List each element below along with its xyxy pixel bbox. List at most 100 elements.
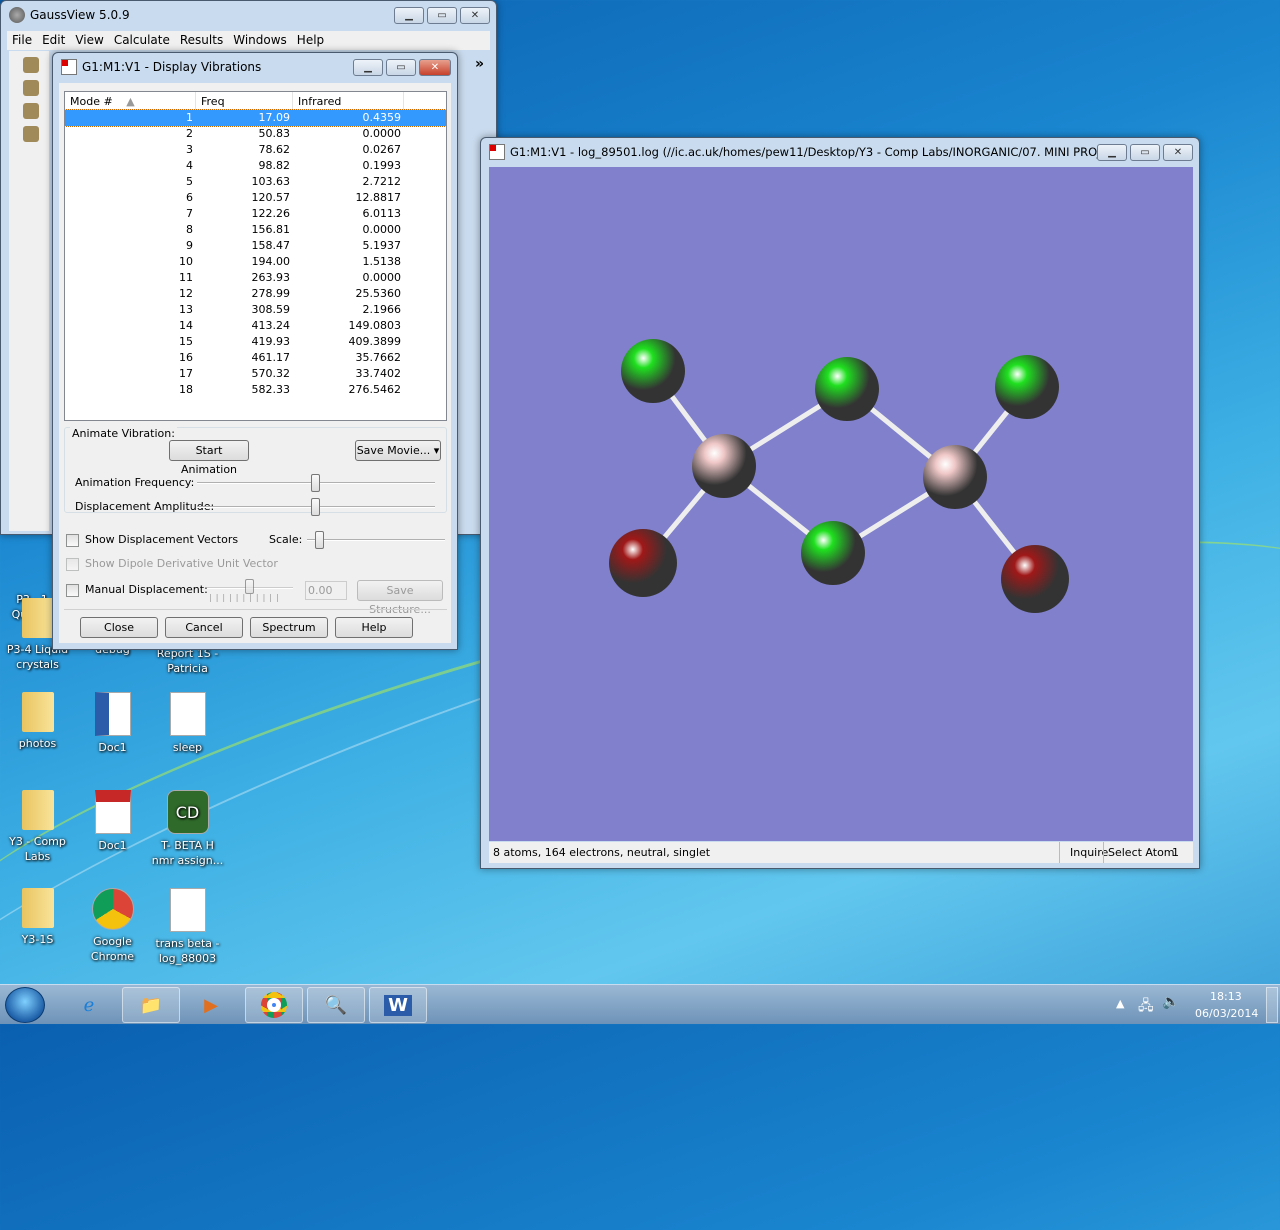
menu-edit[interactable]: Edit xyxy=(37,31,70,50)
scale-slider[interactable] xyxy=(307,531,445,549)
atom-b[interactable] xyxy=(923,445,987,509)
desktop-icon-folder[interactable]: Y3-1S xyxy=(0,888,75,947)
table-row[interactable]: 17 570.32 33.7402 xyxy=(65,366,446,382)
builder-icon[interactable] xyxy=(23,57,39,73)
table-row[interactable]: 15 419.93 409.3899 xyxy=(65,334,446,350)
atom-b[interactable] xyxy=(692,434,756,498)
table-row[interactable]: 8 156.81 0.0000 xyxy=(65,222,446,238)
manual-displacement-slider[interactable] xyxy=(207,579,293,594)
table-row[interactable]: 1 17.09 0.4359 xyxy=(65,109,446,127)
atom-cl[interactable] xyxy=(815,357,879,421)
menu-results[interactable]: Results xyxy=(175,31,228,50)
molecule-titlebar[interactable]: G1:M1:V1 - log_89501.log (//ic.ac.uk/hom… xyxy=(481,138,1199,166)
slider-thumb[interactable] xyxy=(311,498,320,516)
taskbar-windows-explorer[interactable]: 📁 xyxy=(122,987,180,1023)
show-vectors-checkbox[interactable] xyxy=(66,534,79,547)
table-row[interactable]: 14 413.24 149.0803 xyxy=(65,318,446,334)
menu-file[interactable]: File xyxy=(7,31,37,50)
template-icon[interactable] xyxy=(23,80,39,96)
taskbar-internet-explorer[interactable]: ℯ xyxy=(60,987,118,1023)
show-hidden-icons-button[interactable]: ▲ xyxy=(1116,997,1124,1010)
table-row[interactable]: 11 263.93 0.0000 xyxy=(65,270,446,286)
manual-displacement-input[interactable]: 0.00 xyxy=(305,581,347,600)
minimize-button[interactable]: ▁ xyxy=(1097,144,1127,161)
network-icon[interactable]: 🖧 xyxy=(1138,995,1154,1019)
table-row[interactable]: 6 120.57 12.8817 xyxy=(65,190,446,206)
viewport-background[interactable] xyxy=(489,167,1193,841)
chrome-icon xyxy=(91,888,134,930)
help-button[interactable]: Help xyxy=(335,617,413,638)
atom-cl[interactable] xyxy=(801,521,865,585)
taskbar-word[interactable]: W xyxy=(369,987,427,1023)
slider-thumb[interactable] xyxy=(311,474,320,492)
table-row[interactable]: 10 194.00 1.5138 xyxy=(65,254,446,270)
table-row[interactable]: 13 308.59 2.1966 xyxy=(65,302,446,318)
menu-windows[interactable]: Windows xyxy=(228,31,292,50)
column-freq[interactable]: Freq xyxy=(196,92,293,109)
table-row[interactable]: 2 50.83 0.0000 xyxy=(65,126,446,142)
desktop-icon-shortcut[interactable]: sleep xyxy=(150,692,225,755)
table-row[interactable]: 12 278.99 25.5360 xyxy=(65,286,446,302)
displacement-amplitude-slider[interactable] xyxy=(197,498,435,516)
maximize-button[interactable]: ▭ xyxy=(386,59,416,76)
desktop-icon-folder[interactable]: photos xyxy=(0,692,75,751)
clock-date[interactable]: 06/03/2014 xyxy=(1195,1007,1258,1020)
maximize-button[interactable]: ▭ xyxy=(427,7,457,24)
menu-view[interactable]: View xyxy=(70,31,108,50)
slider-thumb[interactable] xyxy=(315,531,324,549)
desktop-icon-folder[interactable]: Y3 - Comp Labs xyxy=(0,790,75,864)
spectrum-button[interactable]: Spectrum xyxy=(250,617,328,638)
table-row[interactable]: 4 98.82 0.1993 xyxy=(65,158,446,174)
save-movie-button[interactable]: Save Movie... ▾ xyxy=(355,440,441,461)
atom-cl[interactable] xyxy=(621,339,685,403)
close-button[interactable]: ✕ xyxy=(1163,144,1193,161)
atom-br[interactable] xyxy=(609,529,677,597)
molecule-canvas[interactable] xyxy=(489,167,1193,841)
maximize-button[interactable]: ▭ xyxy=(1130,144,1160,161)
close-button[interactable]: ✕ xyxy=(460,7,490,24)
atom-br[interactable] xyxy=(1001,545,1069,613)
taskbar-gaussview[interactable]: 🔍 xyxy=(307,987,365,1023)
desktop-icon-text[interactable]: trans beta - log_88003 xyxy=(150,888,225,966)
table-row[interactable]: 5 103.63 2.7212 xyxy=(65,174,446,190)
show-dipole-checkbox[interactable] xyxy=(66,558,79,571)
volume-icon[interactable]: 🔈 xyxy=(1162,994,1179,1010)
clock-time[interactable]: 18:13 xyxy=(1210,990,1242,1003)
table-row[interactable]: 16 461.17 35.7662 xyxy=(65,350,446,366)
desktop-icon-chemdraw[interactable]: CD T- BETA H nmr assign... xyxy=(150,790,225,868)
calc-icon[interactable] xyxy=(23,126,39,142)
menu-help[interactable]: Help xyxy=(292,31,329,50)
close-dialog-button[interactable]: Close xyxy=(80,617,158,638)
desktop-icon-word[interactable]: Doc1 xyxy=(75,692,150,755)
menu-calculate[interactable]: Calculate xyxy=(109,31,175,50)
desktop-icon-pdf[interactable]: Doc1 xyxy=(75,790,150,853)
taskbar-media-player[interactable]: ▶ xyxy=(182,987,240,1023)
close-button[interactable]: ✕ xyxy=(419,59,451,76)
table-row[interactable]: 18 582.33 276.5462 xyxy=(65,382,446,398)
column-infrared[interactable]: Infrared xyxy=(293,92,404,109)
desktop-icon-chrome[interactable]: Google Chrome xyxy=(75,888,150,964)
slider-thumb[interactable] xyxy=(245,579,254,594)
show-desktop-button[interactable] xyxy=(1266,987,1278,1023)
table-row[interactable]: 7 122.26 6.0113 xyxy=(65,206,446,222)
save-structure-button[interactable]: Save Structure... xyxy=(357,580,443,616)
animation-frequency-slider[interactable] xyxy=(197,474,435,492)
minimize-button[interactable]: ▁ xyxy=(353,59,383,76)
pdf-icon xyxy=(94,790,131,834)
infrared-cell: 5.1937 xyxy=(362,239,402,252)
text-icon[interactable] xyxy=(23,103,39,119)
manual-slider-ticks: ||||||||||| xyxy=(209,593,283,602)
toolbar-overflow-button[interactable]: » xyxy=(475,56,484,72)
atom-cl[interactable] xyxy=(995,355,1059,419)
dialog-body: Mode # ▲ Freq Infrared 1 17.09 0.4359 2 50.8… xyxy=(59,83,451,643)
cancel-button[interactable]: Cancel xyxy=(165,617,243,638)
infrared-cell: 0.0000 xyxy=(362,223,402,236)
minimize-button[interactable]: ▁ xyxy=(394,7,424,24)
manual-displacement-checkbox[interactable] xyxy=(66,584,79,597)
table-row[interactable]: 9 158.47 5.1937 xyxy=(65,238,446,254)
taskbar-chrome[interactable] xyxy=(245,987,303,1023)
table-row[interactable]: 3 78.62 0.0267 xyxy=(65,142,446,158)
start-animation-button[interactable]: Start Animation xyxy=(169,440,249,476)
start-button[interactable] xyxy=(5,987,45,1023)
column-mode[interactable]: Mode # ▲ xyxy=(65,92,196,109)
